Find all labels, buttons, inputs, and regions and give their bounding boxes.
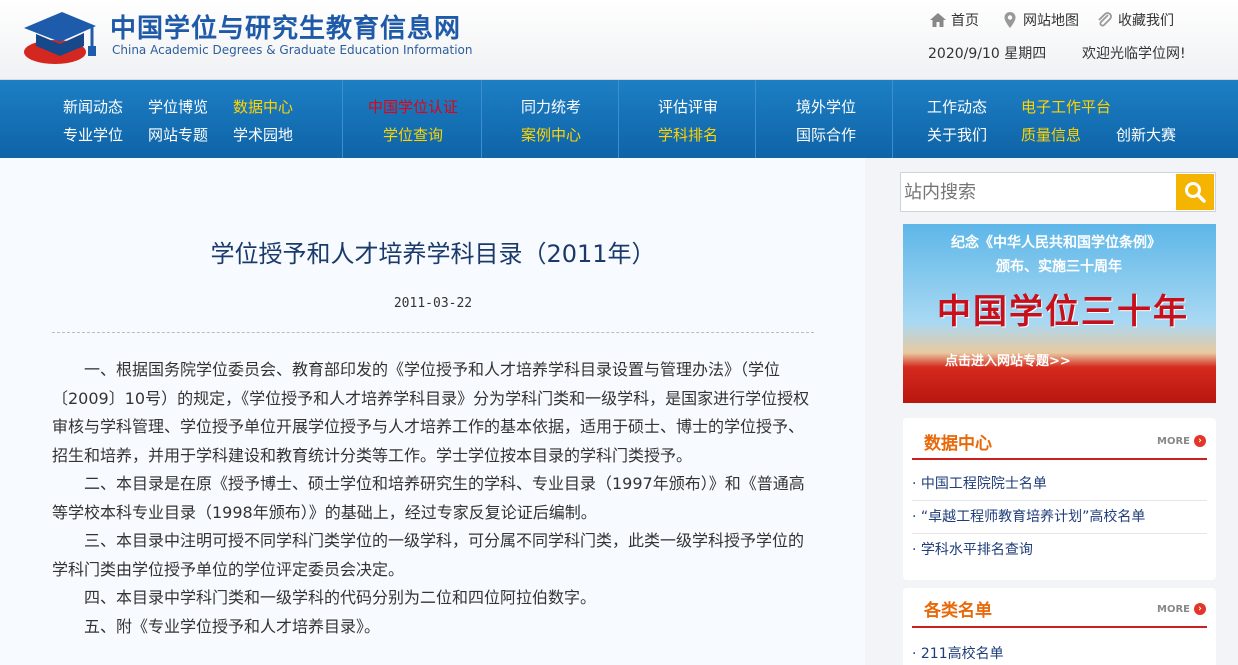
data-center-panel: 数据中心 MORE › · 中国工程院院士名单 · “卓越工程师教育培养计划”高… <box>903 418 1216 580</box>
sidebar: 纪念《中华人民共和国学位条例》 颁布、实施三十周年 中国学位三十年 点击进入网站… <box>865 158 1238 665</box>
nav-divider <box>755 80 756 158</box>
anniversary-banner[interactable]: 纪念《中华人民共和国学位条例》 颁布、实施三十周年 中国学位三十年 点击进入网站… <box>903 224 1216 403</box>
nav-quality-info[interactable]: 质量信息 <box>1021 124 1081 145</box>
nav-international[interactable]: 国际合作 <box>796 124 856 145</box>
nav-innovation-contest[interactable]: 创新大赛 <box>1116 124 1176 145</box>
nav-divider <box>892 80 893 158</box>
nav-special-topics[interactable]: 网站专题 <box>148 124 208 145</box>
article-body: 一、根据国务院学位委员会、教育部印发的《学位授予和人才培养学科目录设置与管理办法… <box>52 356 814 641</box>
nav-news[interactable]: 新闻动态 <box>63 96 123 117</box>
nav-divider <box>342 80 343 158</box>
article-paragraph: 四、本目录中学科门类和一级学科的代码分别为二位和四位阿拉伯数字。 <box>84 588 597 607</box>
panel-divider <box>912 458 1207 460</box>
favorite-link[interactable]: 收藏我们 <box>1096 10 1174 30</box>
article-paragraph: 三、本目录中注明可授不同学科门类学位的一级学科，可分属不同学科门类，此类一级学科… <box>52 531 805 579</box>
article-title: 学位授予和人才培养学科目录（2011年） <box>210 240 656 268</box>
paperclip-icon <box>1098 12 1112 27</box>
nav-overseas-degree[interactable]: 境外学位 <box>796 96 856 117</box>
graduation-cap-logo-icon[interactable] <box>22 6 98 70</box>
panel-divider <box>912 626 1207 628</box>
lists-panel: 各类名单 MORE › · 211高校名单 <box>903 588 1216 665</box>
article-divider <box>52 332 814 333</box>
more-label: MORE <box>1157 603 1190 615</box>
list-item[interactable]: · 中国工程院院士名单 <box>912 468 1207 501</box>
lists-more-button[interactable]: MORE › <box>1157 603 1206 615</box>
nav-professional-degree[interactable]: 专业学位 <box>63 124 123 145</box>
banner-line2: 颁布、实施三十周年 <box>996 259 1122 275</box>
site-header: 中国学位与研究生教育信息网 China Academic Degrees & G… <box>0 0 1238 80</box>
nav-work-news[interactable]: 工作动态 <box>927 96 987 117</box>
article-date: 2011-03-22 <box>393 296 473 311</box>
home-link[interactable]: 首页 <box>929 10 979 30</box>
nav-case-center[interactable]: 案例中心 <box>521 124 581 145</box>
nav-discipline-ranking[interactable]: 学科排名 <box>658 124 718 145</box>
search-input[interactable] <box>901 173 1175 211</box>
lists-list: · 211高校名单 <box>912 638 1207 665</box>
search-box <box>900 172 1216 212</box>
current-date: 2020/9/10 星期四 <box>928 46 1047 62</box>
main-nav: 新闻动态 学位博览 数据中心 专业学位 网站专题 学术园地 中国学位认证 学位查… <box>0 80 1238 158</box>
nav-academic-garden[interactable]: 学术园地 <box>233 124 293 145</box>
welcome-text: 欢迎光临学位网! <box>1082 46 1186 62</box>
nav-degree-expo[interactable]: 学位博览 <box>148 96 208 117</box>
site-title[interactable]: 中国学位与研究生教育信息网 <box>110 8 461 45</box>
nav-degree-query[interactable]: 学位查询 <box>383 124 443 145</box>
banner-headline: 中国学位三十年 <box>937 292 1189 332</box>
home-icon <box>930 13 946 27</box>
list-item[interactable]: · 211高校名单 <box>912 638 1207 665</box>
nav-data-center[interactable]: 数据中心 <box>233 96 293 117</box>
search-icon <box>1185 182 1206 203</box>
banner-line1: 纪念《中华人民共和国学位条例》 <box>951 235 1161 251</box>
favorite-link-label: 收藏我们 <box>1118 13 1174 29</box>
nav-e-platform[interactable]: 电子工作平台 <box>1021 96 1111 117</box>
more-label: MORE <box>1157 435 1190 447</box>
article-paragraph: 五、附《专业学位授予和人才培养目录》。 <box>84 616 381 636</box>
list-item[interactable]: · 学科水平排名查询 <box>912 534 1207 567</box>
location-pin-icon <box>1004 12 1016 28</box>
home-link-label: 首页 <box>951 13 979 29</box>
sitemap-link-label: 网站地图 <box>1023 13 1079 29</box>
lists-title: 各类名单 <box>924 601 992 621</box>
site-subtitle: China Academic Degrees & Graduate Educat… <box>112 43 473 57</box>
data-center-title: 数据中心 <box>924 434 992 454</box>
data-center-more-button[interactable]: MORE › <box>1157 435 1206 447</box>
article-paragraph: 一、根据国务院学位委员会、教育部印发的《学位授予和人才培养学科目录设置与管理办法… <box>52 360 810 465</box>
nav-degree-certification[interactable]: 中国学位认证 <box>368 96 458 117</box>
article-paragraph: 二、本目录是在原《授予博士、硕士学位和培养研究生的学科、专业目录（1997年颁布… <box>52 474 805 522</box>
list-item[interactable]: · “卓越工程师教育培养计划”高校名单 <box>912 501 1207 534</box>
search-button[interactable] <box>1176 174 1214 210</box>
banner-enter-link[interactable]: 点击进入网站专题>> <box>945 350 1071 369</box>
nav-divider <box>618 80 619 158</box>
nav-divider <box>481 80 482 158</box>
chevron-right-icon: › <box>1194 603 1206 615</box>
sitemap-link[interactable]: 网站地图 <box>1001 10 1079 30</box>
chevron-right-icon: › <box>1194 435 1206 447</box>
nav-unified-exam[interactable]: 同力统考 <box>521 96 581 117</box>
article-area: 学位授予和人才培养学科目录（2011年） 2011-03-22 一、根据国务院学… <box>0 158 865 665</box>
data-center-list: · 中国工程院院士名单 · “卓越工程师教育培养计划”高校名单 · 学科水平排名… <box>912 468 1207 567</box>
nav-about-us[interactable]: 关于我们 <box>927 124 987 145</box>
nav-evaluation[interactable]: 评估评审 <box>658 96 718 117</box>
